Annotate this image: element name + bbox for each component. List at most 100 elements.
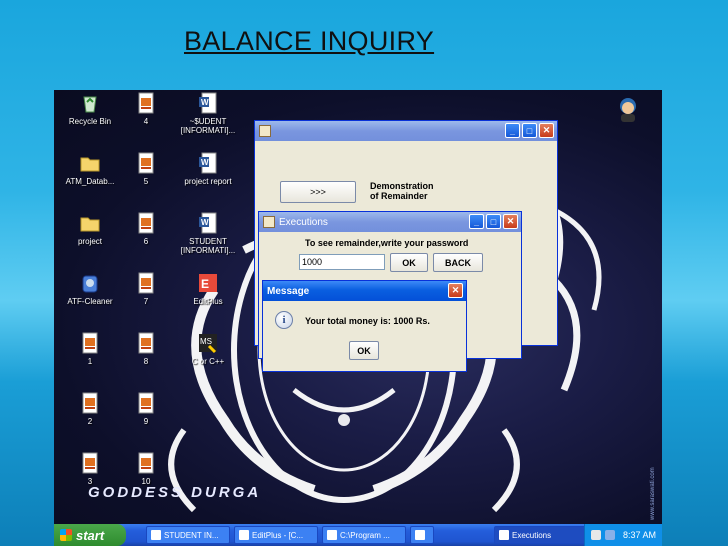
message-title: Message	[267, 285, 310, 297]
svg-text:MS: MS	[200, 337, 212, 346]
desktop-icon[interactable]: W STUDENT [INFORMATI]...	[176, 212, 240, 255]
minimize-button[interactable]: _	[469, 214, 484, 229]
desktop-icon[interactable]: W ~$UDENT [INFORMATI]...	[176, 92, 240, 135]
desktop-icon-label: 1	[87, 357, 93, 366]
editplus-icon: E	[197, 272, 219, 294]
password-prompt: To see remainder,write your password	[305, 238, 469, 248]
message-ok-button[interactable]: OK	[349, 341, 379, 360]
desktop-icon-label: STUDENT [INFORMATI]...	[180, 237, 236, 255]
word-doc-icon: W	[197, 212, 219, 234]
executions-title: Executions	[279, 216, 328, 228]
desktop-icon-label: EditPlus	[193, 297, 223, 306]
word-doc-icon	[151, 530, 161, 540]
password-field[interactable]	[299, 254, 385, 270]
taskbar-item-label: STUDENT IN...	[164, 530, 219, 540]
desktop-icon[interactable]: 2	[58, 392, 122, 426]
java-window-icon	[415, 530, 425, 540]
desktop-icon-label: 3	[87, 477, 93, 486]
desktop-icon-label: 2	[87, 417, 93, 426]
desktop-icon[interactable]: ATF-Cleaner	[58, 272, 122, 306]
svg-text:W: W	[201, 218, 209, 227]
message-dialog[interactable]: Message ✕ i Your total money is: 1000 Rs…	[262, 280, 467, 372]
desktop-icon-label: 8	[143, 357, 149, 366]
java-file-icon	[79, 392, 101, 414]
ok-button[interactable]: OK	[390, 253, 428, 272]
desktop-icon-label: 7	[143, 297, 149, 306]
minimize-button[interactable]: _	[505, 123, 520, 138]
info-icon: i	[275, 311, 293, 329]
back-button[interactable]: BACK	[433, 253, 483, 272]
desktop-icon[interactable]: MS C or C++	[176, 332, 240, 366]
java-file-icon	[79, 332, 101, 354]
message-titlebar[interactable]: Message ✕	[263, 281, 466, 301]
main-window-titlebar[interactable]: _ □ ✕	[255, 121, 557, 141]
desktop-icon[interactable]: 10	[114, 452, 178, 486]
windows-logo-icon	[60, 529, 72, 541]
desktop-icon-label: ~$UDENT [INFORMATI]...	[180, 117, 236, 135]
console-icon	[327, 530, 337, 540]
close-button[interactable]: ✕	[539, 123, 554, 138]
desktop-icon[interactable]: 4	[114, 92, 178, 126]
clock: 8:37 AM	[622, 530, 656, 540]
java-file-icon	[135, 272, 157, 294]
taskbar-item[interactable]: STUDENT IN...	[146, 526, 230, 544]
tray-icon[interactable]	[590, 530, 601, 540]
folder-icon	[79, 152, 101, 174]
desktop-icon-label: 5	[143, 177, 149, 186]
recycle-bin-icon	[79, 92, 101, 114]
java-file-icon	[135, 332, 157, 354]
folder-icon	[79, 212, 101, 234]
taskbar: start STUDENT IN... EditPlus - [C... C:\Pr…	[54, 524, 662, 546]
java-file-icon	[135, 212, 157, 234]
svg-text:E: E	[201, 277, 209, 291]
word-doc-icon: W	[197, 92, 219, 114]
desktop-icon[interactable]: Wproject report	[176, 152, 240, 186]
desktop-icon-label: ATF-Cleaner	[67, 297, 113, 306]
wallpaper-caption: GODDESS DURGA	[88, 484, 261, 501]
close-button[interactable]: ✕	[503, 214, 518, 229]
java-file-icon	[135, 92, 157, 114]
desktop-icon[interactable]: Recycle Bin	[58, 92, 122, 126]
desktop-icon-label: 4	[143, 117, 149, 126]
java-file-icon	[135, 392, 157, 414]
system-tray: 8:37 AM	[584, 524, 662, 546]
desktop-icon[interactable]: 8	[114, 332, 178, 366]
word-doc-icon: W	[197, 152, 219, 174]
compiler-icon: MS	[197, 332, 219, 354]
editplus-icon	[239, 530, 249, 540]
tray-icon[interactable]	[604, 530, 615, 540]
desktop-icon[interactable]: 9	[114, 392, 178, 426]
java-file-icon	[135, 452, 157, 474]
start-button[interactable]: start	[54, 524, 126, 546]
java-window-icon	[499, 530, 509, 540]
java-file-icon	[79, 452, 101, 474]
desktop-icon[interactable]: project	[58, 212, 122, 246]
maximize-button[interactable]: □	[522, 123, 537, 138]
next-arrow-button[interactable]: >>>	[280, 181, 356, 203]
taskbar-item[interactable]: C:\Program ...	[322, 526, 406, 544]
desktop-icon-label: 10	[141, 477, 151, 486]
executions-titlebar[interactable]: Executions _ □ ✕	[259, 212, 521, 232]
desktop-icon[interactable]: E EditPlus	[176, 272, 240, 306]
desktop-icon-label: 9	[143, 417, 149, 426]
svg-text:W: W	[201, 158, 209, 167]
taskbar-item[interactable]: Executions	[494, 526, 590, 544]
desktop-icon[interactable]: ATM_Datab...	[58, 152, 122, 186]
desktop-icon[interactable]: 3	[58, 452, 122, 486]
close-button[interactable]: ✕	[448, 283, 463, 298]
maximize-button[interactable]: □	[486, 214, 501, 229]
desktop-icon-label: project	[77, 237, 102, 246]
desktop-avatar-icon[interactable]	[616, 96, 640, 122]
desktop-icon[interactable]: 5	[114, 152, 178, 186]
taskbar-item-label: EditPlus - [C...	[252, 530, 304, 540]
desktop-icon-label: Recycle Bin	[68, 117, 112, 126]
slide-title: BALANCE INQUIRY	[184, 26, 435, 56]
desktop-icon[interactable]: 1	[58, 332, 122, 366]
svg-text:W: W	[201, 98, 209, 107]
taskbar-item[interactable]: EditPlus - [C...	[234, 526, 318, 544]
taskbar-item[interactable]	[410, 526, 434, 544]
desktop-icon-label: project report	[184, 177, 232, 186]
desktop-icon[interactable]: 6	[114, 212, 178, 246]
demonstration-label: Demonstration of Remainder	[370, 181, 434, 201]
desktop-icon[interactable]: 7	[114, 272, 178, 306]
